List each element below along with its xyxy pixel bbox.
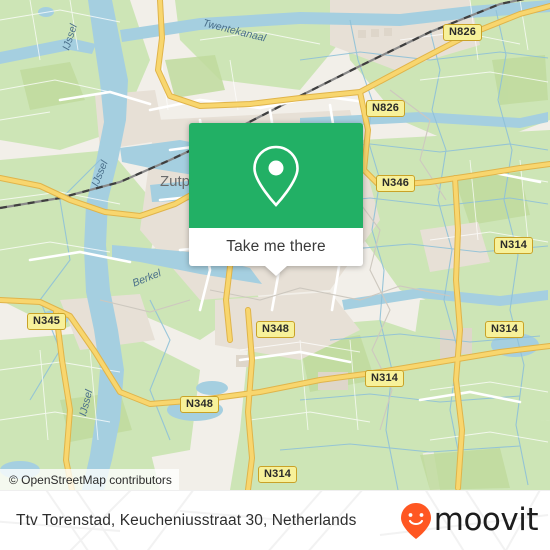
take-me-there-label: Take me there [226, 238, 326, 255]
shield-n826-upper[interactable]: N826 [366, 100, 406, 118]
shield-n314-right-lower[interactable]: N314 [485, 321, 525, 339]
shield-n345[interactable]: N345 [27, 313, 67, 331]
popup-image-panel [189, 123, 363, 228]
take-me-there-button[interactable]: Take me there [189, 228, 363, 266]
osm-attribution-text: © OpenStreetMap contributors [9, 472, 172, 487]
map-canvas[interactable]: IJssel Twentekanaal IJssel Berkel IJssel… [0, 0, 550, 490]
map-pin-icon [253, 145, 299, 207]
shield-n826-top-right[interactable]: N826 [443, 24, 483, 42]
shield-n346[interactable]: N346 [376, 175, 416, 193]
map-page: IJssel Twentekanaal IJssel Berkel IJssel… [0, 0, 550, 550]
popup-pointer-tail [265, 266, 287, 276]
moovit-wordmark: moovit [433, 502, 539, 538]
osm-attribution[interactable]: © OpenStreetMap contributors [0, 469, 179, 490]
shield-n314-right-upper[interactable]: N314 [494, 237, 534, 255]
moovit-logo[interactable]: moovit [400, 502, 539, 540]
shield-n314-mid[interactable]: N314 [365, 370, 405, 388]
shield-n314-bottom[interactable]: N314 [258, 466, 298, 484]
moovit-smiley-pin-icon [400, 502, 431, 539]
location-popup[interactable]: Take me there [189, 123, 363, 276]
shield-n348-mid[interactable]: N348 [256, 321, 296, 339]
shield-n348-lower[interactable]: N348 [180, 396, 220, 414]
address-label: Ttv Torenstad, Keucheniusstraat 30, Neth… [16, 511, 357, 529]
footer-bar: Ttv Torenstad, Keucheniusstraat 30, Neth… [0, 490, 550, 550]
